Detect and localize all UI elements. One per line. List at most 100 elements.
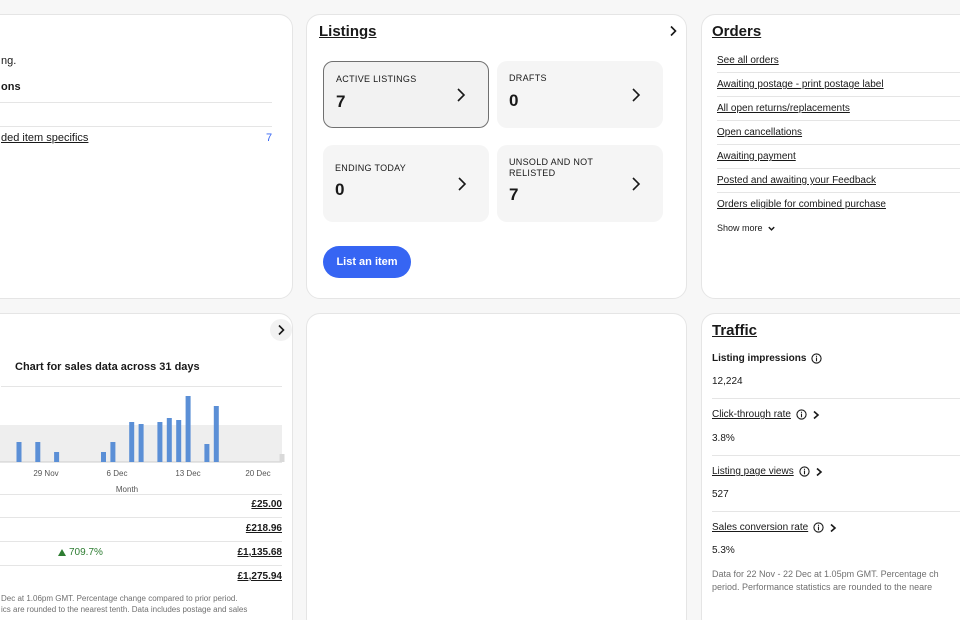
- tile-active-listings[interactable]: ACTIVE LISTINGS 7: [323, 61, 489, 128]
- divider: [0, 126, 272, 127]
- info-icon[interactable]: [799, 466, 810, 477]
- chart-bar: [185, 396, 191, 462]
- metric-label: Sales conversion rate: [712, 522, 809, 533]
- chart-x-axis-label: Month: [116, 485, 138, 494]
- chart-tick-label: 20 Dec: [245, 469, 270, 478]
- chart-bar: [138, 424, 144, 462]
- order-link-awaiting-postage[interactable]: Awaiting postage - print postage label: [717, 79, 884, 90]
- chart-bar: [129, 422, 135, 462]
- task-text: ng.: [1, 55, 17, 67]
- metric-value: 527: [712, 489, 729, 500]
- tile-value: 7: [509, 185, 519, 204]
- chart-bar: [176, 420, 182, 462]
- sales-card: Chart for sales data across 31 days 29 N…: [0, 313, 293, 620]
- chevron-down-icon: [767, 226, 775, 231]
- info-icon[interactable]: [813, 522, 824, 533]
- sales-value[interactable]: £218.96: [246, 523, 282, 534]
- tile-label: DRAFTS: [509, 73, 547, 83]
- sales-chevron-button[interactable]: [270, 319, 292, 341]
- chart-tick-label: 29 Nov: [33, 469, 58, 478]
- metric-label: Click-through rate: [712, 409, 791, 420]
- chevron-right-icon: [632, 87, 641, 102]
- item-specifics-count: 7: [266, 132, 273, 144]
- tile-label: ENDING TODAY: [335, 163, 407, 173]
- tile-value: 0: [509, 91, 519, 110]
- divider: [717, 192, 960, 193]
- chart-bar: [213, 406, 219, 462]
- chevron-right-icon: [632, 176, 641, 191]
- percent-change: 709.7%: [58, 547, 103, 558]
- traffic-title[interactable]: Traffic: [712, 322, 757, 339]
- divider: [717, 144, 960, 145]
- traffic-footnote: Data for 22 Nov - 22 Dec at 1.05pm GMT. …: [712, 569, 939, 579]
- sales-value[interactable]: £25.00: [251, 499, 282, 510]
- metric-click-through-rate[interactable]: Click-through rate: [712, 409, 820, 420]
- show-more-label: Show more: [717, 223, 763, 233]
- divider: [0, 102, 272, 103]
- divider: [717, 72, 960, 73]
- metric-listing-impressions: Listing impressions: [712, 353, 823, 364]
- sales-value[interactable]: £1,135.68: [238, 547, 283, 558]
- divider: [717, 120, 960, 121]
- chart-bar: [157, 422, 163, 462]
- show-more-button[interactable]: Show more: [717, 223, 776, 233]
- tile-drafts[interactable]: DRAFTS 0: [497, 61, 663, 128]
- traffic-card: Traffic Listing impressions 12,224 Click…: [701, 313, 960, 620]
- chevron-right-icon: [458, 176, 467, 191]
- chart-bar: [16, 442, 22, 462]
- tile-label: UNSOLD AND NOT RELISTED: [509, 157, 594, 178]
- order-link-returns[interactable]: All open returns/replacements: [717, 103, 850, 114]
- chart-bar: [110, 442, 116, 462]
- sales-chart: 29 Nov 6 Dec 13 Dec 20 Dec Month: [0, 396, 285, 494]
- tile-value: 7: [336, 92, 346, 111]
- listings-title[interactable]: Listings: [319, 23, 377, 40]
- order-link-combined-purchase[interactable]: Orders eligible for combined purchase: [717, 199, 886, 210]
- list-an-item-button[interactable]: List an item: [323, 246, 411, 278]
- chevron-right-icon: [278, 324, 285, 336]
- info-icon[interactable]: [811, 353, 823, 364]
- divider: [0, 494, 282, 495]
- divider: [1, 386, 282, 387]
- metric-listing-page-views[interactable]: Listing page views: [712, 466, 823, 477]
- empty-card: [306, 313, 687, 620]
- tile-unsold-not-relisted[interactable]: UNSOLD AND NOT RELISTED 7: [497, 145, 663, 222]
- chart-title: Chart for sales data across 31 days: [15, 361, 200, 373]
- traffic-footnote: period. Performance statistics are round…: [712, 582, 933, 592]
- chevron-right-icon: [816, 467, 822, 476]
- chart-tick-label: 13 Dec: [175, 469, 200, 478]
- sales-footnote: ics are rounded to the nearest tenth. Da…: [1, 605, 248, 614]
- sales-footnote: Dec at 1.06pm GMT. Percentage change com…: [1, 594, 238, 603]
- triangle-up-icon: [58, 549, 66, 556]
- chevron-right-icon: [830, 523, 837, 532]
- task-heading: ons: [1, 81, 21, 93]
- divider: [712, 398, 960, 399]
- order-link-cancellations[interactable]: Open cancellations: [717, 127, 802, 138]
- metric-value: 12,224: [712, 376, 743, 387]
- order-link-awaiting-feedback[interactable]: Posted and awaiting your Feedback: [717, 175, 876, 186]
- divider: [712, 511, 960, 512]
- metric-value: 5.3%: [712, 545, 735, 556]
- metric-value: 3.8%: [712, 433, 735, 444]
- metric-sales-conversion-rate[interactable]: Sales conversion rate: [712, 522, 837, 533]
- divider: [0, 541, 282, 542]
- tile-label: ACTIVE LISTINGS: [336, 74, 417, 84]
- divider: [717, 168, 960, 169]
- metric-label: Listing impressions: [712, 353, 807, 364]
- orders-card: Orders See all orders Awaiting postage -…: [701, 14, 960, 299]
- order-link-all[interactable]: See all orders: [717, 55, 779, 66]
- sales-value[interactable]: £1,275.94: [238, 571, 283, 582]
- percent-change-value: 709.7%: [69, 547, 103, 558]
- chart-tick-label: 6 Dec: [107, 469, 128, 478]
- orders-title[interactable]: Orders: [712, 23, 761, 40]
- divider: [712, 455, 960, 456]
- info-icon[interactable]: [796, 409, 807, 420]
- listings-chevron-button[interactable]: [662, 20, 684, 42]
- tile-ending-today[interactable]: ENDING TODAY 0: [323, 145, 489, 222]
- chart-bar: [54, 452, 60, 462]
- item-specifics-link[interactable]: ded item specifics: [1, 132, 88, 144]
- chart-bar: [166, 418, 172, 462]
- chart-bar: [279, 454, 285, 462]
- listings-card: Listings ACTIVE LISTINGS 7 DRAFTS 0 ENDI…: [306, 14, 687, 299]
- order-link-awaiting-payment[interactable]: Awaiting payment: [717, 151, 796, 162]
- divider: [717, 96, 960, 97]
